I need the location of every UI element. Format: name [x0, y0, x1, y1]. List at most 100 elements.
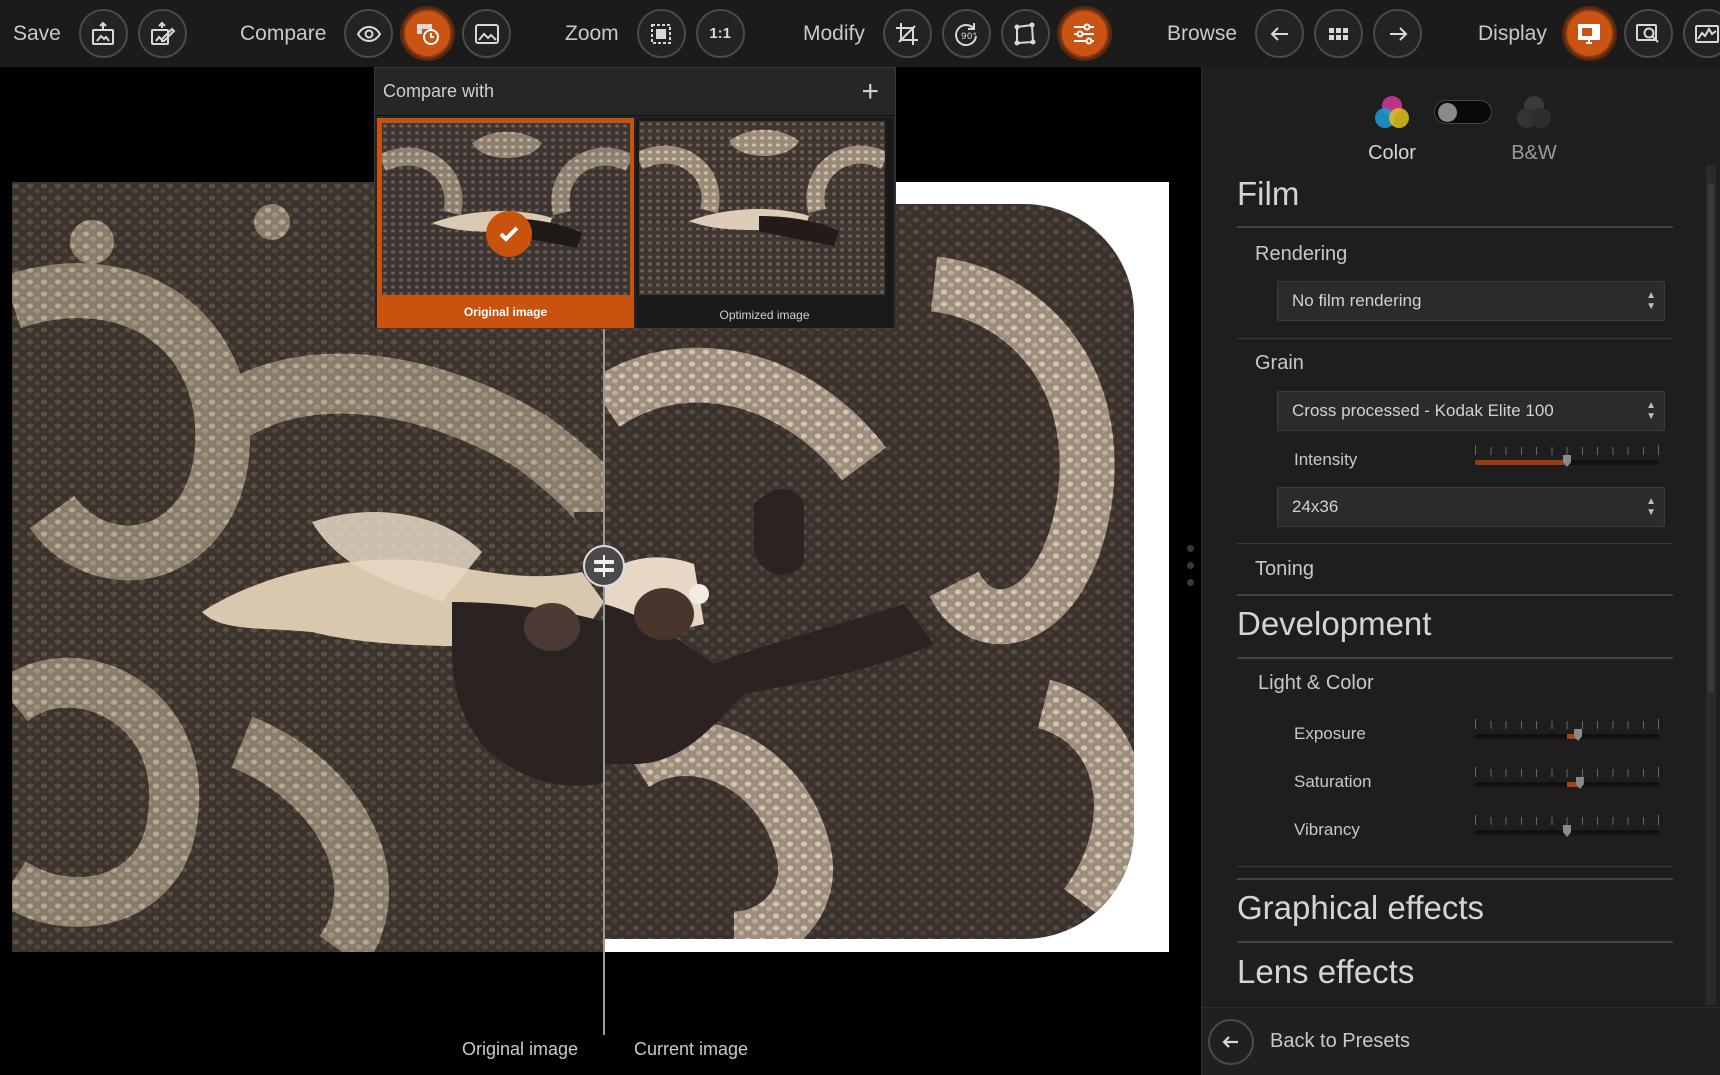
rotate-button[interactable]: 90°: [941, 9, 991, 58]
browse-prev-button[interactable]: [1255, 9, 1305, 58]
rendering-value: No film rendering: [1292, 291, 1422, 310]
arrow-left-icon: [1270, 26, 1288, 41]
split-handle-icon: [594, 555, 614, 577]
development-end-divider: [1237, 878, 1673, 880]
display-histogram-button[interactable]: [1682, 9, 1720, 58]
compare-history-icon: [416, 23, 439, 45]
modify-group: Modify 90°: [803, 0, 1109, 67]
light-color-divider: [1237, 866, 1673, 867]
thumb-original-image[interactable]: Original image: [377, 118, 635, 328]
compare-image-button[interactable]: [462, 9, 512, 58]
histogram-icon: [1695, 24, 1720, 43]
compare-history-button[interactable]: [403, 9, 453, 58]
rendering-divider: [1237, 338, 1673, 339]
color-mode-switch: Color B&W: [1352, 93, 1592, 165]
bw-mode-option[interactable]: B&W: [1494, 93, 1574, 165]
color-mode-option[interactable]: Color: [1352, 93, 1432, 165]
selected-check-icon: [486, 211, 532, 257]
panel-scrollbar[interactable]: [1706, 165, 1716, 1005]
sliders-icon: [1074, 23, 1095, 44]
zoom-fit-button[interactable]: [636, 9, 686, 58]
graphical-effects-divider: [1237, 941, 1673, 943]
exposure-slider-handle[interactable]: [1574, 729, 1583, 741]
saturation-slider[interactable]: [1475, 767, 1659, 791]
browse-group: Browse: [1167, 0, 1423, 67]
fit-icon: [651, 23, 672, 44]
browse-label: Browse: [1167, 21, 1238, 45]
thumb-optimized-image[interactable]: Optimized image: [636, 118, 893, 328]
left-caption: Original image: [462, 1039, 579, 1059]
browse-grid-button[interactable]: [1314, 9, 1364, 58]
back-to-presets-button[interactable]: [1208, 1018, 1254, 1065]
compare-thumbnails: Original image Optimized image: [375, 116, 895, 328]
toning-divider: [1237, 594, 1673, 596]
rotate-90-icon: 90°: [955, 22, 978, 46]
bw-circles-icon: [1517, 96, 1551, 128]
thumb-original-label: Original image: [463, 305, 548, 319]
graphical-effects-section-title[interactable]: Graphical effects: [1237, 889, 1484, 927]
rotate-text: 90°: [961, 32, 977, 42]
browse-next-button[interactable]: [1373, 9, 1423, 58]
main-toolbar: Save Compare Zoom 1:1 Modify 90° Browse …: [0, 0, 1720, 67]
toning-label[interactable]: Toning: [1255, 558, 1314, 581]
intensity-slider-handle[interactable]: [1563, 455, 1571, 467]
perspective-button[interactable]: [1000, 9, 1050, 58]
light-color-label[interactable]: Light & Color: [1258, 672, 1374, 695]
thumb-optimized-photo: [639, 121, 886, 295]
display-fullscreen-button[interactable]: [1564, 9, 1614, 58]
modify-label: Modify: [803, 21, 865, 45]
crop-button[interactable]: [882, 9, 932, 58]
rendering-select[interactable]: No film rendering ▲ ▼: [1277, 281, 1665, 321]
add-compare-icon[interactable]: +: [861, 76, 879, 107]
display-loupe-button[interactable]: [1623, 9, 1673, 58]
panel-scrollbar-thumb[interactable]: [1708, 183, 1714, 693]
grid-icon: [1328, 27, 1348, 40]
arrow-left-icon: [1222, 1035, 1238, 1048]
adjust-settings-button[interactable]: [1059, 9, 1109, 58]
grain-type-value: Cross processed - Kodak Elite 100: [1292, 401, 1554, 420]
vibrancy-slider-handle[interactable]: [1563, 825, 1571, 837]
save-group: Save: [13, 0, 187, 67]
zoom-actual-size-button[interactable]: 1:1: [695, 9, 745, 58]
saturation-slider-handle[interactable]: [1575, 777, 1584, 789]
back-to-presets-label[interactable]: Back to Presets: [1270, 1030, 1410, 1053]
back-to-presets-bar: Back to Presets: [1202, 1007, 1720, 1075]
intensity-slider[interactable]: [1475, 445, 1659, 469]
settings-panel: Color B&W Film Rendering No film renderi…: [1201, 67, 1720, 1075]
select-arrows-icon: ▲ ▼: [1646, 290, 1656, 312]
actual-size-text: 1:1: [709, 25, 732, 42]
eye-icon: [356, 25, 382, 42]
perspective-icon: [1014, 22, 1036, 45]
exposure-slider[interactable]: [1475, 719, 1659, 743]
crop-icon: [896, 22, 919, 45]
grain-format-select[interactable]: 24x36 ▲ ▼: [1277, 487, 1665, 527]
vibrancy-slider[interactable]: [1475, 815, 1659, 839]
grain-divider: [1237, 543, 1673, 544]
color-bw-toggle[interactable]: [1434, 100, 1492, 124]
bw-mode-label: B&W: [1511, 142, 1557, 164]
lens-effects-section-title[interactable]: Lens effects: [1237, 953, 1414, 991]
save-export-button[interactable]: [78, 9, 128, 58]
intensity-label: Intensity: [1294, 450, 1358, 469]
film-section-title[interactable]: Film: [1237, 175, 1299, 213]
grain-label[interactable]: Grain: [1255, 352, 1304, 375]
display-label: Display: [1478, 21, 1547, 45]
film-divider: [1237, 226, 1673, 228]
loupe-icon: [1636, 23, 1660, 43]
zoom-group: Zoom 1:1: [565, 0, 745, 67]
exposure-label: Exposure: [1294, 724, 1366, 743]
arrow-right-icon: [1389, 26, 1407, 41]
development-section-title[interactable]: Development: [1237, 605, 1431, 643]
panel-resize-handle[interactable]: [1187, 545, 1195, 596]
rendering-label[interactable]: Rendering: [1255, 243, 1347, 266]
development-divider: [1237, 657, 1673, 659]
grain-type-select[interactable]: Cross processed - Kodak Elite 100 ▲ ▼: [1277, 391, 1665, 431]
compare-preview-button[interactable]: [344, 9, 394, 58]
compare-label: Compare: [240, 21, 327, 45]
export-icon: [92, 21, 115, 45]
compare-with-title: Compare with: [383, 81, 495, 101]
compare-with-header: Compare with +: [375, 68, 895, 116]
split-handle[interactable]: [583, 545, 625, 587]
save-edit-button[interactable]: [137, 9, 187, 58]
compare-group: Compare: [240, 0, 512, 67]
